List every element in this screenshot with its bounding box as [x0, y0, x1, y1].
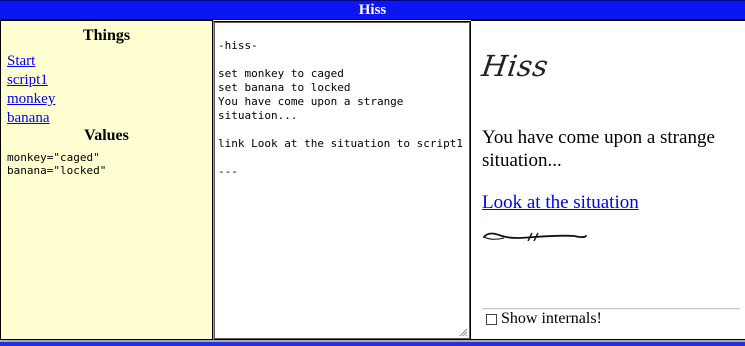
- list-item: Start: [7, 52, 55, 71]
- checkbox-icon[interactable]: [486, 313, 497, 325]
- show-internals-toggle[interactable]: Show internals!: [486, 310, 602, 328]
- story-text: You have come upon a strange situation..…: [482, 127, 715, 171]
- thing-link-monkey[interactable]: monkey: [7, 91, 55, 107]
- flourish-divider-icon: [483, 232, 587, 242]
- thing-link-start[interactable]: Start: [7, 53, 35, 69]
- show-internals-label: Show internals!: [501, 310, 602, 327]
- list-item: script1: [7, 71, 55, 90]
- story-title: Hiss: [479, 49, 551, 83]
- story-link[interactable]: Look at the situation: [482, 192, 639, 214]
- list-item: banana: [7, 109, 55, 128]
- values-list: monkey="caged" banana="locked": [7, 151, 106, 177]
- things-list: Start script1 monkey banana: [7, 52, 55, 128]
- list-item: monkey: [7, 90, 55, 109]
- story-panel: Hiss You have come upon a strange situat…: [471, 20, 745, 340]
- resize-grip-icon[interactable]: [459, 328, 468, 337]
- bottom-bar: [0, 340, 745, 346]
- value-item-monkey: monkey="caged": [7, 151, 100, 164]
- sidebar-panel: Things Start script1 monkey banana Value…: [0, 20, 213, 340]
- things-heading: Things: [82, 27, 131, 44]
- app-window: Hiss Things Start script1 monkey banana …: [0, 0, 745, 346]
- values-heading: Values: [84, 127, 129, 144]
- title-bar: Hiss: [0, 0, 745, 20]
- script-editor[interactable]: [214, 22, 470, 339]
- thing-link-script1[interactable]: script1: [7, 72, 48, 88]
- thing-link-banana[interactable]: banana: [7, 110, 49, 126]
- editor-panel: [213, 21, 471, 340]
- value-item-banana: banana="locked": [7, 164, 107, 177]
